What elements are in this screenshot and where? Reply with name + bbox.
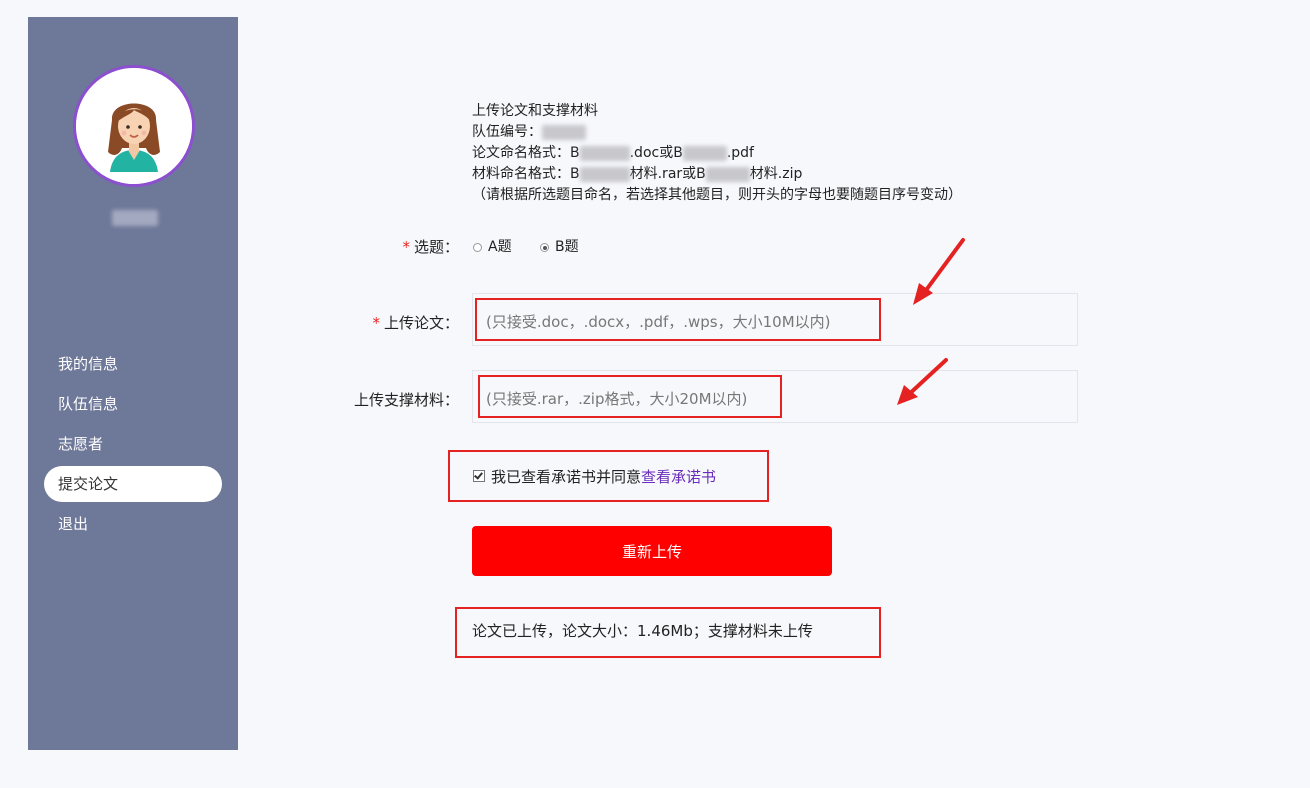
radio-icon[interactable] (473, 243, 482, 252)
sidebar-item-team-info[interactable]: 队伍信息 (44, 386, 222, 422)
team-number-line: 队伍编号： (472, 122, 962, 143)
radio-selected-icon[interactable] (540, 243, 549, 252)
view-commitment-link[interactable]: 查看承诺书 (641, 468, 716, 486)
naming-note: （请根据所选题目命名，若选择其他题目，则开头的字母也要随题目序号变动） (472, 187, 962, 203)
redacted-text (682, 145, 727, 161)
material-upload-label: 上传支撑材料： (353, 391, 459, 409)
sidebar-item-my-info[interactable]: 我的信息 (44, 346, 222, 382)
topic-label: * 选题： (402, 238, 459, 256)
upload-instructions: 上传论文和支撑材料 队伍编号： 论文命名格式：B .doc或B .pdf 材料命名格… (472, 101, 962, 206)
topic-option-a[interactable]: A题 (473, 236, 512, 256)
sidebar-item-submit-paper[interactable]: 提交论文 (44, 466, 222, 502)
redacted-text (705, 166, 750, 182)
redacted-text (579, 166, 630, 182)
agreement-row: 我已查看承诺书并同意查看承诺书 (473, 466, 716, 487)
sidebar: 我的信息 队伍信息 志愿者 提交论文 退出 (28, 17, 238, 750)
sidebar-item-logout[interactable]: 退出 (44, 506, 222, 542)
username-redacted (112, 210, 158, 226)
paper-format-line: 论文命名格式：B .doc或B .pdf (472, 145, 754, 161)
agree-checkbox[interactable] (473, 470, 485, 482)
girl-avatar-icon (76, 68, 192, 184)
material-upload-hint: (只接受.rar，.zip格式，大小20M以内) (486, 390, 748, 408)
upload-status-text: 论文已上传，论文大小：1.46Mb；支撑材料未上传 (472, 622, 813, 640)
paper-upload-hint: (只接受.doc，.docx，.pdf，.wps，大小10M以内) (486, 313, 831, 331)
reupload-button[interactable]: 重新上传 (472, 526, 832, 576)
material-format-line: 材料命名格式：B 材料.rar或B 材料.zip (472, 166, 803, 182)
topic-option-b[interactable]: B题 (540, 236, 579, 256)
paper-upload-label: * 上传论文： (372, 314, 459, 332)
instructions-title: 上传论文和支撑材料 (472, 103, 598, 119)
avatar (73, 65, 195, 187)
redacted-text (579, 145, 630, 161)
sidebar-item-volunteer[interactable]: 志愿者 (44, 426, 222, 462)
team-number-redacted (542, 124, 586, 140)
